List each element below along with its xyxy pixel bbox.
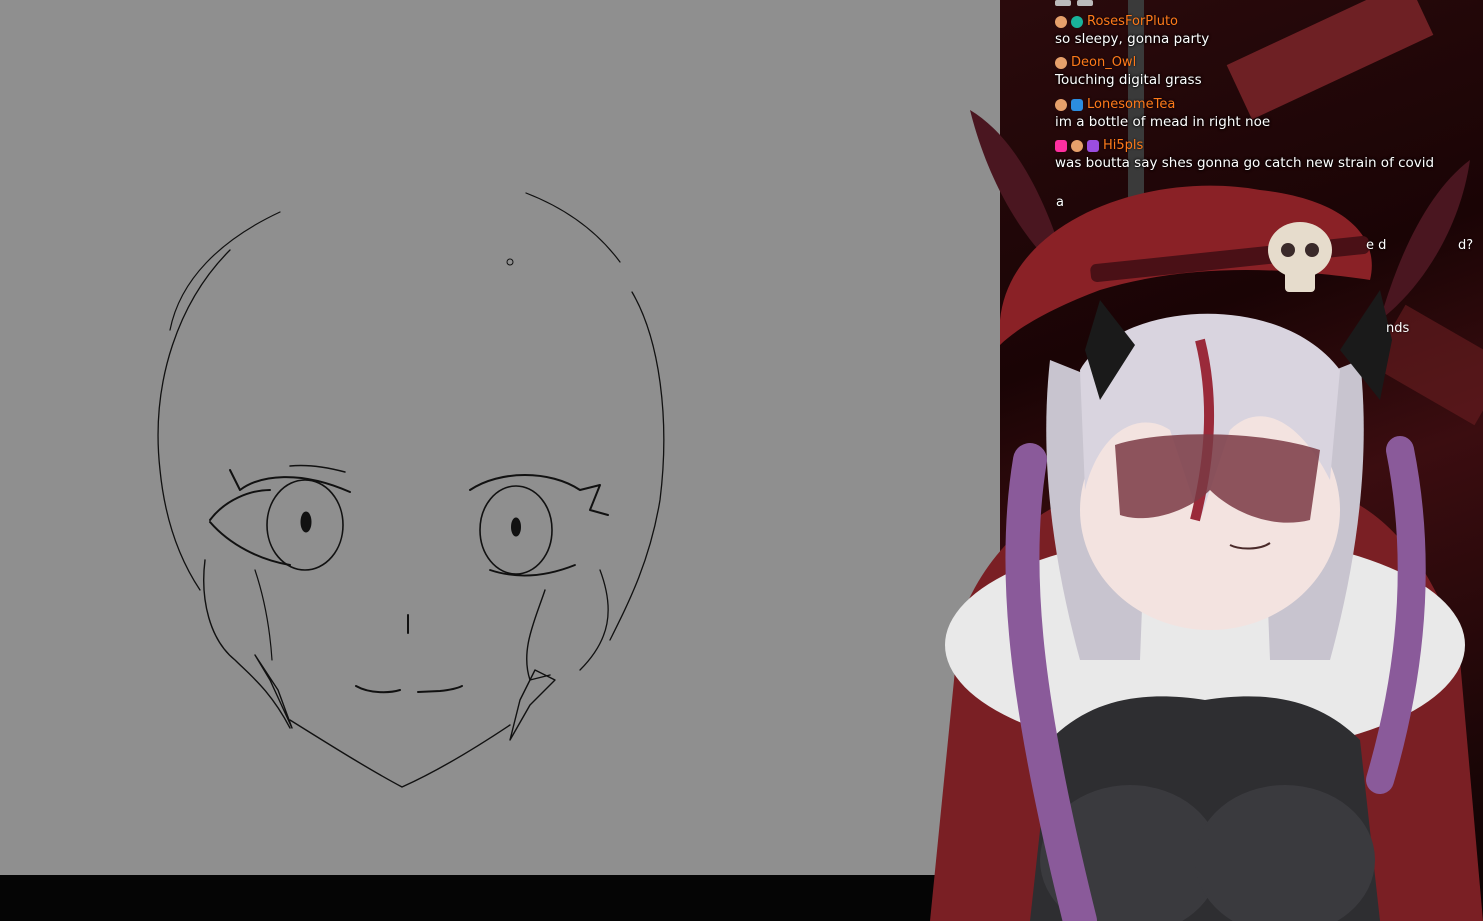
chat-username: RosesForPluto [1087,14,1178,29]
chin-line [289,719,511,788]
emote-icon [1077,0,1093,6]
chat-message: Deon_Owl Touching digital grass [1055,55,1475,89]
stream-screen: RosesForPluto so sleepy, gonna party Deo… [0,0,1483,921]
chat-text: Touching digital grass [1055,72,1202,88]
mouth-right [417,685,463,693]
right-feather-icon [1380,160,1470,320]
viewer-face-icon [1055,57,1067,69]
vtuber-avatar [930,110,1483,921]
hair-tip-left [254,654,293,729]
subscriber-badge-icon [1071,16,1083,28]
chat-text: im a bottle of mead in right noe [1055,114,1271,130]
hair-strand-right-2 [579,569,609,671]
chat-message: RosesForPluto so sleepy, gonna party [1055,14,1475,48]
skull-icon [1268,222,1332,292]
chat-fragment: nds [1386,321,1410,336]
left-eye-lower [209,521,291,566]
emote-icon [1055,0,1071,6]
head-outline-left-2 [157,249,231,591]
gem-badge-icon [1087,140,1099,152]
chat-text: so sleepy, gonna party [1055,31,1210,47]
chat-top-emotes [1055,0,1093,6]
brush-cursor [506,258,514,266]
chat-fragment: d? [1458,238,1474,253]
chat-message: Hi5pls was boutta say shes gonna go catc… [1055,138,1475,172]
right-eye-pupil [511,517,521,537]
head-outline-right [609,291,665,641]
left-eye-lashes [289,464,346,473]
hair-strand-right [526,589,551,681]
hair-strand-left [203,559,291,729]
viewer-face-icon [1055,16,1067,28]
chat-fragment: e d [1366,238,1387,253]
left-eye-pupil [300,511,312,533]
hair-strand-left-2 [254,569,273,661]
crown-badge-icon [1071,99,1083,111]
chat-username: Deon_Owl [1071,55,1137,70]
hair-tip-right [509,669,556,741]
chat-message: LonesomeTea im a bottle of mead in right… [1055,97,1475,131]
chat-username: LonesomeTea [1087,97,1176,112]
viewer-face-icon [1071,140,1083,152]
mouth-left [355,685,401,694]
chat-fragment: a [1056,195,1064,210]
viewer-face-icon [1055,99,1067,111]
left-eye-outline [209,489,271,521]
chat-username: Hi5pls [1103,138,1144,153]
heart-badge-icon [1055,140,1067,152]
head-outline-top-right [525,192,621,263]
left-eye-upper [229,469,351,493]
chat-text: was boutta say shes gonna go catch new s… [1055,155,1435,171]
